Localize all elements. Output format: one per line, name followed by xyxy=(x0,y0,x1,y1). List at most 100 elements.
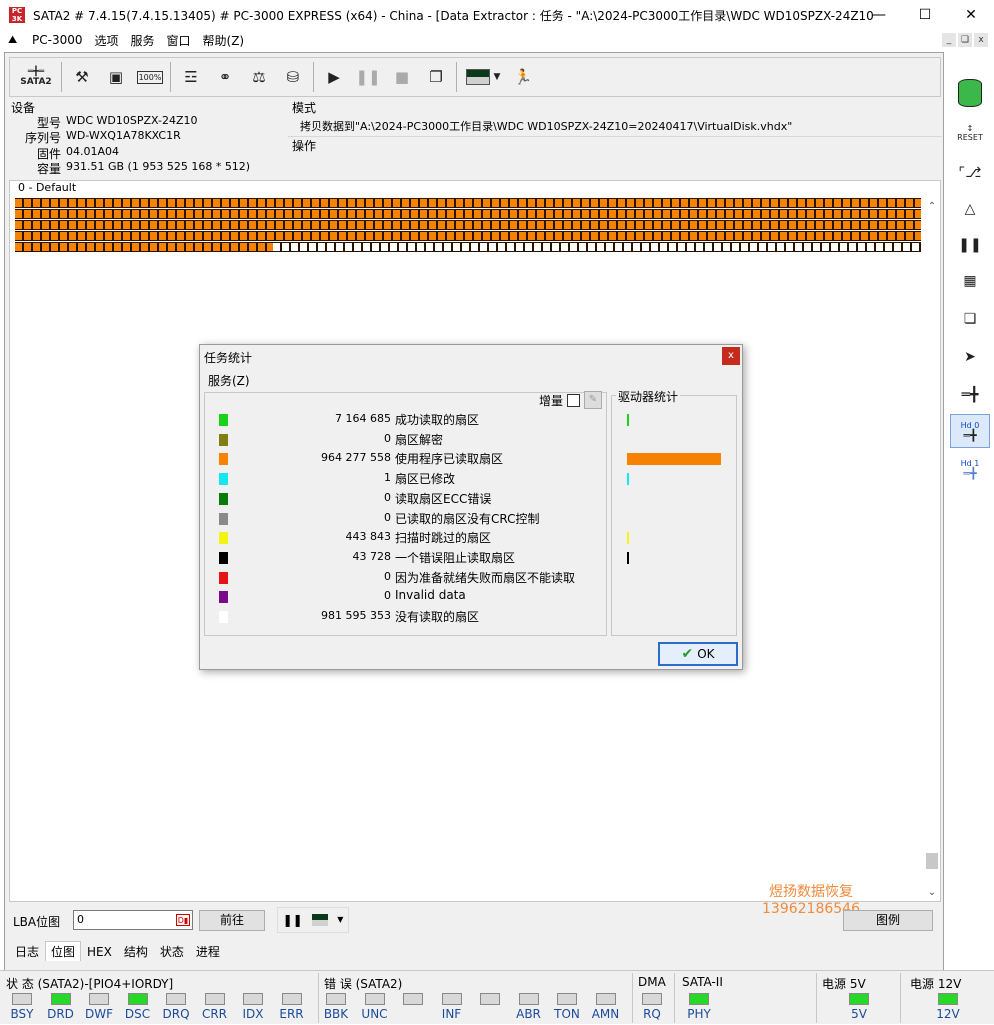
scroll-down-icon[interactable]: ⌄ xyxy=(924,885,940,901)
mdi-restore-button[interactable]: ❏ xyxy=(958,33,972,47)
play-icon[interactable]: ▶ xyxy=(317,61,351,93)
sector-map-icon[interactable]: ▦ xyxy=(950,264,990,298)
reset-icon[interactable]: ↕ RESET xyxy=(950,116,990,150)
dma-led-label: RQ xyxy=(643,1007,661,1021)
status-led xyxy=(557,993,577,1005)
pause-icon[interactable]: ❚❚ xyxy=(351,61,385,93)
sata-group: SATA-II PHY xyxy=(674,971,726,1025)
error-title: 错 误 (SATA2) xyxy=(324,977,403,991)
stat-color-swatch xyxy=(219,453,228,466)
stat-label: 扇区解密 xyxy=(395,432,444,447)
bridge-icon[interactable]: ⚖ xyxy=(242,61,276,93)
stat-color-swatch xyxy=(219,551,228,564)
sector-grid-row xyxy=(15,242,921,252)
drive-stats-box xyxy=(611,395,737,636)
tools-icon[interactable]: ⚒ xyxy=(65,61,99,93)
dma-title: DMA xyxy=(638,975,666,989)
legend-button[interactable]: 图例 xyxy=(843,910,933,931)
dialog-menu-service[interactable]: 服务(Z) xyxy=(208,372,250,389)
exit-icon[interactable]: 🏃 xyxy=(506,61,540,93)
power5-group: 电源 5V 5V xyxy=(816,971,900,1025)
hd0-button[interactable]: Hd 0 ═╋ xyxy=(950,414,990,448)
pause-map-icon[interactable]: ❚❚ xyxy=(283,908,303,932)
connector-icon[interactable]: ═╋ xyxy=(950,378,990,412)
mode-panel: 模式 拷贝数据到"A:\2024-PC3000工作目录\WDC WD10SPZX… xyxy=(288,99,942,177)
menu-window[interactable]: 窗口 xyxy=(161,32,197,49)
power12-title: 电源 12V xyxy=(910,977,962,991)
maximize-button[interactable]: ☐ xyxy=(902,0,948,30)
status-led xyxy=(243,993,263,1005)
database-icon[interactable] xyxy=(950,76,990,110)
tab-log[interactable]: 日志 xyxy=(9,941,45,961)
tab-hex[interactable]: HEX xyxy=(81,941,118,961)
brush-icon[interactable]: ✎ xyxy=(584,391,602,409)
stat-label: 已读取的扇区没有CRC控制 xyxy=(395,511,540,526)
pause-side-icon[interactable]: ❚❚ xyxy=(950,228,990,262)
status-led-label: DRD xyxy=(47,1007,74,1021)
stat-value: 0 xyxy=(384,569,391,583)
menu-options[interactable]: 选项 xyxy=(88,32,124,49)
gauge-icon[interactable]: △ xyxy=(950,192,990,226)
sata-port-button[interactable]: ═╋═ SATA2 xyxy=(14,61,58,93)
status-led-label: BSY xyxy=(10,1007,34,1021)
status-led xyxy=(204,993,225,1005)
ok-button[interactable]: ✔ OK xyxy=(658,642,738,666)
tab-bitmap[interactable]: 位图 xyxy=(45,941,82,961)
tree-icon[interactable]: ☲ xyxy=(174,61,208,93)
tab-structure[interactable]: 结构 xyxy=(118,941,154,961)
menu-pc3000[interactable]: PC-3000 xyxy=(26,33,88,47)
minimize-button[interactable]: — xyxy=(856,0,902,30)
device-panel: 设备 型号 WDC WD10SPZX-24Z10 序列号 WD-WXQ1A78KXC… xyxy=(9,99,285,177)
power-curve-icon[interactable]: ⌜⎇ xyxy=(950,156,990,190)
status-led xyxy=(518,993,539,1005)
dialog-close-button[interactable]: x xyxy=(722,347,740,365)
menu-service[interactable]: 服务 xyxy=(125,32,161,49)
scroll-thumb[interactable] xyxy=(926,853,938,869)
sector-grid[interactable] xyxy=(15,198,921,254)
goto-button[interactable]: 前往 xyxy=(199,910,265,931)
drive-stat-bar xyxy=(627,473,629,486)
lba-mode-icon[interactable]: D▮ xyxy=(176,914,190,926)
sata-title: SATA-II xyxy=(682,975,723,989)
chevron-down-icon[interactable]: ▼ xyxy=(337,908,343,932)
disk-arrow-icon[interactable]: ⛁ xyxy=(276,61,310,93)
arrow-port-icon[interactable]: ➤ xyxy=(950,340,990,374)
rom-icon[interactable]: ▣ xyxy=(99,61,133,93)
dma-group: DMA RQ xyxy=(632,971,674,1025)
toolbar-separator xyxy=(170,62,171,92)
increment-checkbox[interactable] xyxy=(567,394,580,407)
tab-status[interactable]: 状态 xyxy=(154,941,190,961)
read-sectors-block xyxy=(15,231,921,241)
sata-port-icon: ═╋═ xyxy=(27,67,45,77)
status-led xyxy=(12,993,32,1005)
status-led xyxy=(364,993,385,1005)
menu-help[interactable]: 帮助(Z) xyxy=(197,32,251,49)
stat-row: 7 164 685 成功读取的扇区 xyxy=(217,411,597,429)
lba-input[interactable]: 0 D▮ xyxy=(73,910,193,930)
binoculars-icon[interactable]: ⚭ xyxy=(208,61,242,93)
chip-x-icon[interactable]: ❏ xyxy=(950,302,990,336)
mdi-close-button[interactable]: x xyxy=(974,33,988,47)
stat-color-swatch xyxy=(219,414,228,426)
map-scrollbar[interactable]: ⌃ ⌄ xyxy=(924,195,940,901)
percent-icon[interactable]: 100% xyxy=(133,61,167,93)
mdi-minimize-button[interactable]: _ xyxy=(942,33,956,47)
scroll-up-icon[interactable]: ⌃ xyxy=(924,199,940,215)
mode-text: 拷贝数据到"A:\2024-PC3000工作目录\WDC WD10SPZX-24… xyxy=(288,117,942,137)
map-view-dropdown[interactable]: ▼ xyxy=(460,61,506,93)
status-led xyxy=(166,993,186,1005)
power5-title: 电源 5V xyxy=(822,977,866,991)
hd1-button[interactable]: Hd 1 ═╋ xyxy=(950,452,990,486)
stat-label: Invalid data xyxy=(395,588,466,603)
stat-color-swatch xyxy=(219,492,228,505)
drive-stat-bar xyxy=(627,532,629,545)
stat-label: 扇区已修改 xyxy=(395,472,456,487)
stat-row: 964 277 558 使用程序已读取扇区 xyxy=(217,450,597,468)
map-style-icon[interactable] xyxy=(311,914,328,926)
power12-group: 电源 12V 12V xyxy=(900,971,994,1025)
close-window-button[interactable]: ✕ xyxy=(948,0,994,30)
stat-label: 一个错误阻止读取扇区 xyxy=(395,550,516,565)
stop-icon[interactable]: ■ xyxy=(385,61,419,93)
copy-stack-icon[interactable]: ❐ xyxy=(419,61,453,93)
tab-process[interactable]: 进程 xyxy=(190,941,226,961)
